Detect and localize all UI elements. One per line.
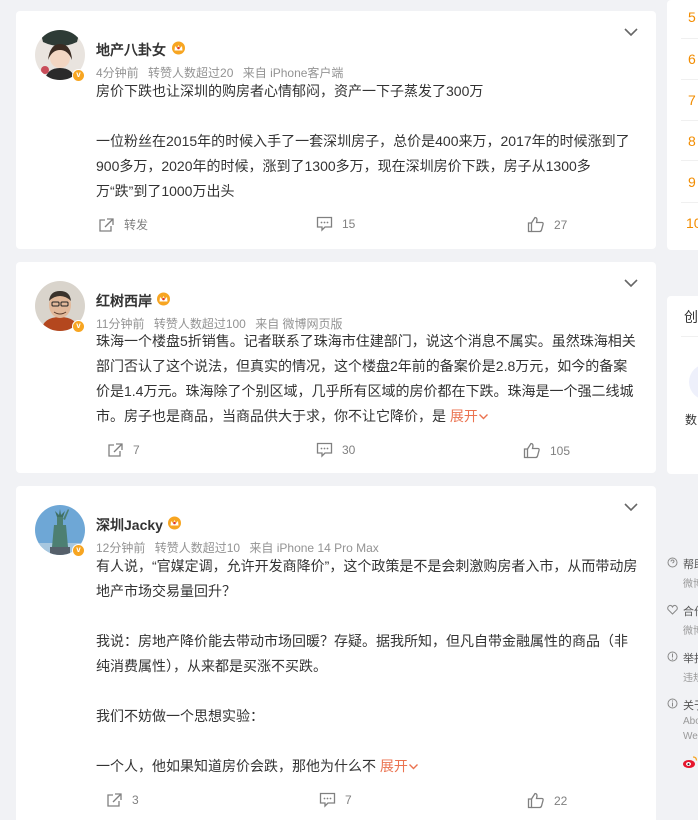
- creator-icon[interactable]: [689, 364, 698, 400]
- post-content: 有人说，“官媒定调，允许开发商降价”，这个政策是不是会刺激购房者入市，从而带动房…: [96, 554, 641, 779]
- vip-crown-icon: [157, 292, 170, 306]
- comment-icon: [316, 442, 333, 458]
- expand-label: 展开: [379, 758, 408, 774]
- post-time[interactable]: 4分钟前: [96, 66, 139, 80]
- rank-number[interactable]: 6: [688, 51, 696, 67]
- vip-crown-icon: [168, 516, 181, 530]
- comment-icon: [319, 792, 336, 808]
- info-icon: [667, 698, 678, 709]
- post-text: 有人说，“官媒定调，允许开发商降价”，这个政策是不是会刺激购房者入市，从而带动房…: [96, 558, 638, 599]
- comment-button[interactable]: 15: [316, 216, 355, 232]
- post-text: 我说：房地产降价能去带动市场回暖？存疑。据我所知，但凡自带金融属性的商品（非纯消…: [96, 633, 628, 674]
- like-count: 22: [554, 793, 568, 808]
- repost-button[interactable]: 7: [107, 442, 140, 458]
- verified-badge-icon: v: [72, 320, 85, 333]
- chevron-down-icon: [478, 414, 488, 420]
- verified-badge-icon: v: [72, 544, 85, 557]
- comment-button[interactable]: 30: [316, 442, 355, 458]
- post-time[interactable]: 12分钟前: [96, 541, 145, 555]
- post-actions: 7 30 105: [16, 442, 656, 468]
- footer-sub: We: [683, 731, 698, 742]
- post-text: 我们不妨做一个思想实验：: [96, 708, 264, 724]
- thumbs-up-icon: [523, 442, 540, 459]
- footer-sub: Abo: [683, 716, 698, 727]
- rank-number[interactable]: 7: [688, 92, 696, 108]
- footer-sub: 微博: [683, 579, 698, 590]
- username[interactable]: 红树西岸: [96, 291, 152, 311]
- expand-link[interactable]: 展开: [450, 408, 489, 424]
- post-source: 来自 iPhone 14 Pro Max: [249, 541, 379, 555]
- comment-count: 7: [345, 793, 352, 807]
- like-button[interactable]: 22: [527, 792, 567, 809]
- expand-label: 展开: [449, 408, 478, 424]
- footer-help[interactable]: 帮助: [683, 556, 698, 572]
- repost-icon: [108, 443, 123, 457]
- post-source: 来自 iPhone客户端: [242, 66, 344, 80]
- verified-badge-icon: v: [72, 69, 85, 82]
- post-text: 一位粉丝在2015年的时候入手了一套深圳房子，总价是400来万，2017年的时候…: [96, 133, 630, 199]
- report-icon: [667, 651, 678, 662]
- username[interactable]: 深圳Jacky: [96, 515, 163, 535]
- rank-number[interactable]: 10: [686, 215, 698, 231]
- panel-label: 数: [685, 413, 698, 427]
- feed-card: v 红树西岸 11分钟前 转赞人数超过100 来自 微博网页版 珠海一个楼盘5折…: [16, 262, 656, 473]
- footer-about[interactable]: 关于: [683, 697, 698, 713]
- like-count: 105: [550, 443, 571, 458]
- repost-count: 3: [132, 793, 139, 807]
- help-icon: [667, 557, 678, 568]
- chevron-down-icon[interactable]: [624, 502, 638, 512]
- thumbs-up-icon: [527, 216, 544, 233]
- like-count: 27: [554, 217, 568, 232]
- footer-sub: 违规: [683, 673, 698, 684]
- rank-number[interactable]: 8: [688, 133, 696, 149]
- chevron-down-icon[interactable]: [624, 27, 638, 37]
- footer-cooperation[interactable]: 合作: [683, 603, 698, 619]
- feed-card: v 深圳Jacky 12分钟前 转赞人数超过10 来自 iPhone 14 Pr…: [16, 486, 656, 820]
- thumbs-up-icon: [527, 792, 544, 809]
- like-button[interactable]: 27: [527, 216, 567, 233]
- repost-icon: [107, 793, 122, 807]
- footer-report[interactable]: 举报: [683, 650, 698, 666]
- panel-title: 创: [684, 309, 698, 325]
- comment-button[interactable]: 7: [319, 792, 352, 808]
- username[interactable]: 地产八卦女: [96, 40, 166, 60]
- chevron-down-icon[interactable]: [624, 278, 638, 288]
- weibo-logo-icon: [683, 756, 698, 768]
- post-content: 房价下跌也让深圳的购房者心情郁闷，资产一下子蒸发了300万 一位粉丝在2015年…: [96, 79, 641, 204]
- expand-link[interactable]: 展开: [380, 758, 419, 774]
- post-actions: 转发 15 27: [16, 216, 656, 242]
- post-content: 珠海一个楼盘5折销售。记者联系了珠海市住建部门，说这个消息不属实。虽然珠海相关部…: [96, 329, 641, 429]
- repost-count: 7: [133, 443, 140, 457]
- post-text: 房价下跌也让深圳的购房者心情郁闷，资产一下子蒸发了300万: [96, 83, 484, 99]
- rank-number[interactable]: 9: [688, 174, 696, 190]
- cooperation-icon: [667, 604, 678, 615]
- creator-panel: 创 数: [667, 296, 698, 474]
- chevron-down-icon: [408, 764, 418, 770]
- repost-count-text: 转赞人数超过20: [148, 66, 234, 80]
- post-actions: 3 7 22: [16, 792, 656, 818]
- repost-button[interactable]: 转发: [98, 216, 148, 233]
- hot-search-panel: 5 6 7 8 9 10: [667, 0, 698, 250]
- like-button[interactable]: 105: [523, 442, 570, 459]
- footer-sub: 微博: [683, 626, 698, 637]
- repost-label: 转发: [124, 218, 149, 232]
- comment-count: 30: [342, 443, 356, 457]
- comment-count: 15: [342, 217, 356, 231]
- post-text: 珠海一个楼盘5折销售。记者联系了珠海市住建部门，说这个消息不属实。虽然珠海相关部…: [96, 333, 636, 424]
- post-text: 一个人，他如果知道房价会跌，那他为什么不: [96, 758, 380, 774]
- rank-number[interactable]: 5: [688, 9, 696, 25]
- repost-count-text: 转赞人数超过10: [154, 541, 241, 555]
- vip-crown-icon: [172, 41, 185, 55]
- repost-button[interactable]: 3: [106, 792, 139, 808]
- feed-card: v 地产八卦女 4分钟前 转赞人数超过20 来自 iPhone客户端 房价下跌也…: [16, 11, 656, 249]
- comment-icon: [316, 216, 333, 232]
- repost-icon: [99, 217, 114, 232]
